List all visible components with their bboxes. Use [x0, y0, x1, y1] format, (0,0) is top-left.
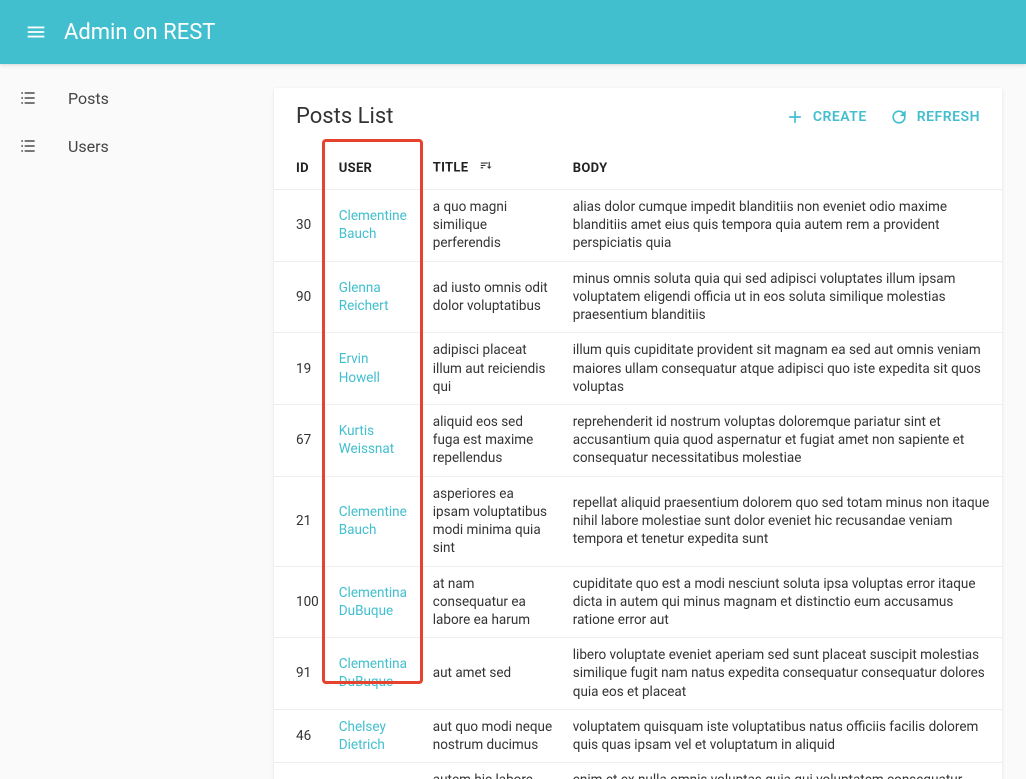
cell-title: aut amet sed [423, 638, 563, 710]
user-link[interactable]: Clementina DuBuque [339, 585, 407, 619]
cell-id: 100 [274, 566, 329, 638]
refresh-icon [889, 107, 909, 127]
cell-id: 67 [274, 404, 329, 476]
user-link[interactable]: Clementine Bauch [339, 504, 407, 538]
cell-id: 91 [274, 638, 329, 710]
table-row[interactable]: 100 Clementina DuBuque at nam consequatur … [274, 566, 1002, 638]
user-link[interactable]: Glenna Reichert [339, 280, 389, 314]
cell-title: aut quo modi neque nostrum ducimus [423, 709, 563, 762]
list-icon [16, 86, 40, 110]
table-row[interactable]: 30 Clementine Bauch a quo magni similique … [274, 190, 1002, 262]
user-link[interactable]: Clementine Bauch [339, 208, 407, 242]
cell-title: at nam consequatur ea labore ea harum [423, 566, 563, 638]
table-row[interactable]: 91 Clementina DuBuque aut amet sedlibero v… [274, 638, 1002, 710]
posts-table: ID USER TITLE BODY 30Clementine Baucha [274, 145, 1002, 779]
sort-icon [478, 159, 494, 177]
col-header-user[interactable]: USER [329, 145, 423, 190]
refresh-label: REFRESH [917, 109, 980, 125]
cell-title: a quo magni similique perferendis [423, 190, 563, 262]
main-content: Posts List CREATE REFRESH [250, 64, 1026, 779]
col-header-title-label: TITLE [433, 160, 469, 175]
list-icon [16, 134, 40, 158]
table-row[interactable]: 46 Chelsey Dietrich aut quo modi neque nos… [274, 709, 1002, 762]
refresh-button[interactable]: REFRESH [889, 107, 980, 127]
table-row[interactable]: 67 Kurtis Weissnat aliquid eos sed fuga es… [274, 404, 1002, 476]
table-row[interactable]: 90 Glenna Reichert ad iusto omnis odit dol… [274, 261, 1002, 333]
cell-title: aliquid eos sed fuga est maxime repellen… [423, 404, 563, 476]
sidebar-item-label: Users [68, 137, 109, 156]
menu-button[interactable] [16, 12, 56, 52]
card-title: Posts List [296, 104, 393, 129]
sidebar-item-posts[interactable]: Posts [0, 74, 250, 122]
table-row[interactable]: 21 Clementine Bauch asperiores ea ipsam vo… [274, 476, 1002, 566]
cell-body: cupiditate quo est a modi nesciunt solut… [563, 566, 1002, 638]
app-title: Admin on REST [64, 20, 215, 45]
create-button[interactable]: CREATE [785, 107, 867, 127]
cell-title: ad iusto omnis odit dolor voluptatibus [423, 261, 563, 333]
posts-card: Posts List CREATE REFRESH [274, 88, 1002, 779]
cell-title: adipisci placeat illum aut reiciendis qu… [423, 333, 563, 405]
sidebar-item-label: Posts [68, 89, 109, 108]
sidebar: Posts Users [0, 64, 250, 779]
main-layout: Posts Users Posts List CREATE REFRES [0, 64, 1026, 779]
cell-body: minus omnis soluta quia qui sed adipisci… [563, 261, 1002, 333]
cell-body: libero voluptate eveniet aperiam sed sun… [563, 638, 1002, 710]
cell-id: 21 [274, 476, 329, 566]
cell-body: illum quis cupiditate provident sit magn… [563, 333, 1002, 405]
cell-id: 46 [274, 709, 329, 762]
table-row[interactable]: 19 Ervin Howell adipisci placeat illum aut… [274, 333, 1002, 405]
cell-body: reprehenderit id nostrum voluptas dolore… [563, 404, 1002, 476]
user-link[interactable]: Chelsey Dietrich [339, 719, 386, 753]
card-actions: CREATE REFRESH [785, 107, 980, 127]
cell-body: enim et ex nulla omnis voluptas quia qui… [563, 763, 1002, 779]
create-label: CREATE [813, 109, 867, 125]
appbar: Admin on REST [0, 0, 1026, 64]
user-link[interactable]: Kurtis Weissnat [339, 423, 394, 457]
cell-id: 90 [274, 261, 329, 333]
cell-body: voluptatem quisquam iste voluptatibus na… [563, 709, 1002, 762]
cell-body: alias dolor cumque impedit blanditiis no… [563, 190, 1002, 262]
user-link[interactable]: Ervin Howell [339, 351, 380, 385]
table-wrap: ID USER TITLE BODY 30Clementine Baucha [274, 139, 1002, 779]
col-header-id[interactable]: ID [274, 145, 329, 190]
user-link[interactable]: Clementina DuBuque [339, 656, 407, 690]
cell-body: repellat aliquid praesentium dolorem quo… [563, 476, 1002, 566]
cell-title: autem hic labore sunt dolores incidunt [423, 763, 563, 779]
col-header-title[interactable]: TITLE [423, 145, 563, 190]
cell-title: asperiores ea ipsam voluptatibus modi mi… [423, 476, 563, 566]
cell-id: 30 [274, 190, 329, 262]
sidebar-item-users[interactable]: Users [0, 122, 250, 170]
plus-icon [785, 107, 805, 127]
cell-id: 24 [274, 763, 329, 779]
cell-id: 19 [274, 333, 329, 405]
card-header: Posts List CREATE REFRESH [274, 88, 1002, 139]
col-header-body[interactable]: BODY [563, 145, 1002, 190]
hamburger-icon [25, 21, 47, 43]
table-row[interactable]: 24Clementine Bauchautem hic labore sunt … [274, 763, 1002, 779]
